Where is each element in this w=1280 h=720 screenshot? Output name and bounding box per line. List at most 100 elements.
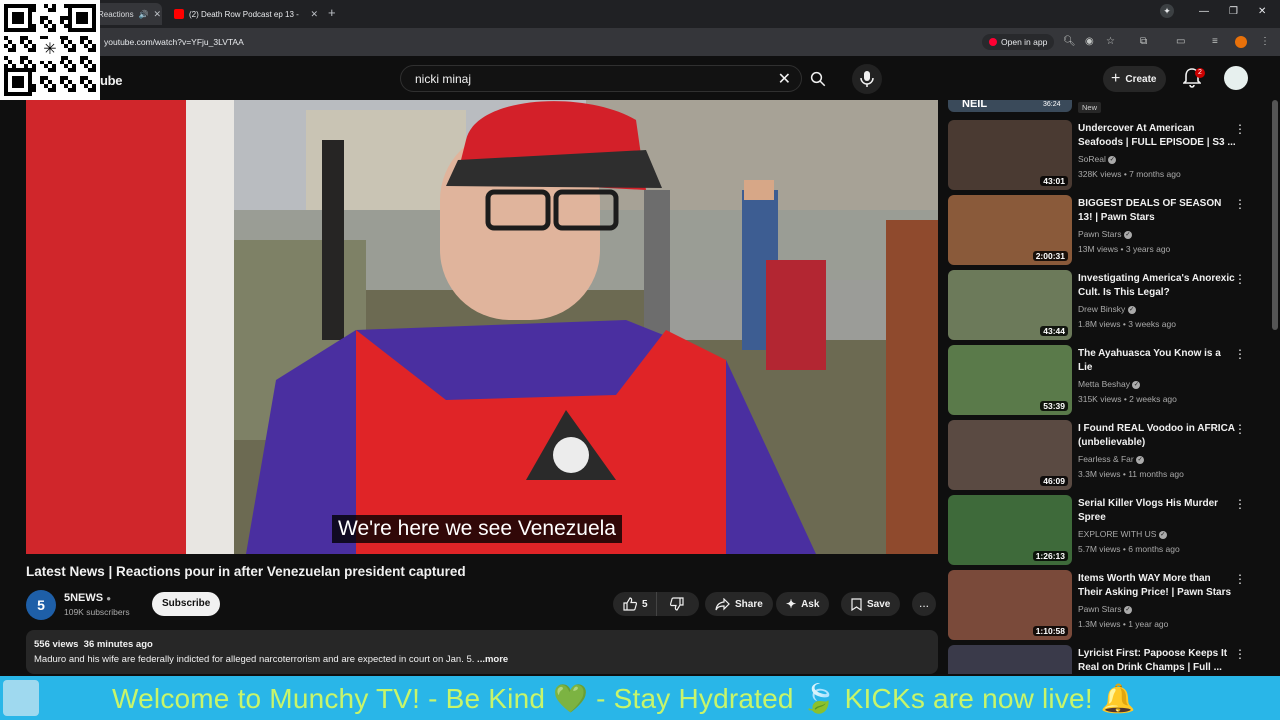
minimize-icon[interactable]: — bbox=[1199, 6, 1209, 17]
description-text: Maduro and his wife are federally indict… bbox=[34, 654, 930, 665]
recommended-video[interactable]: 43:01 Undercover At American Seafoods | F… bbox=[948, 120, 1270, 190]
recommended-video-title[interactable]: BIGGEST DEALS OF SEASON 13! | Pawn Stars bbox=[1078, 197, 1236, 225]
recommended-channel[interactable]: Pawn Stars ✓ bbox=[1078, 604, 1132, 614]
video-menu-icon[interactable]: ⋮ bbox=[1234, 497, 1246, 511]
recommended-video-title[interactable]: Undercover At American Seafoods | FULL E… bbox=[1078, 122, 1236, 150]
recommended-video[interactable]: 2:00:31 BIGGEST DEALS OF SEASON 13! | Paw… bbox=[948, 195, 1270, 265]
share-button[interactable]: Share bbox=[705, 592, 773, 616]
gemini-icon[interactable]: ✦ bbox=[1160, 4, 1174, 18]
search-box[interactable]: nicki minaj ✕ bbox=[400, 65, 802, 92]
account-avatar[interactable] bbox=[1224, 66, 1248, 90]
video-menu-icon[interactable]: ⋮ bbox=[1234, 347, 1246, 361]
video-menu-icon[interactable]: ⋮ bbox=[1234, 122, 1246, 136]
browser-menu-icon[interactable]: ⋮ bbox=[1260, 36, 1270, 47]
recommended-video-title[interactable]: Items Worth WAY More than Their Asking P… bbox=[1078, 572, 1236, 600]
save-label: Save bbox=[867, 598, 891, 610]
recommended-channel[interactable]: EXPLORE WITH US ✓ bbox=[1078, 529, 1167, 539]
video-menu-icon[interactable]: ⋮ bbox=[1234, 197, 1246, 211]
video-thumbnail[interactable]: 1:10:58 bbox=[948, 570, 1072, 640]
recommended-video-title[interactable]: Serial Killer Vlogs His Murder Spree bbox=[1078, 497, 1236, 525]
recommended-video[interactable]: Lyricist First: Papoose Keeps It Real on… bbox=[948, 645, 1270, 674]
recommended-channel[interactable]: Drew Binsky ✓ bbox=[1078, 304, 1136, 314]
bookmark-star-icon[interactable]: ☆ bbox=[1106, 36, 1115, 47]
eye-off-icon[interactable]: ◉ bbox=[1085, 36, 1094, 47]
verified-icon: ✓ bbox=[1127, 305, 1136, 314]
open-in-app-label: Open in app bbox=[1001, 37, 1048, 47]
new-tab-button[interactable]: + bbox=[328, 5, 336, 20]
recommended-video-title[interactable]: The Ayahuasca You Know is a Lie bbox=[1078, 347, 1236, 375]
recommended-channel[interactable]: SoReal ✓ bbox=[1078, 154, 1117, 164]
channel-name[interactable]: 5NEWS ● bbox=[64, 592, 111, 604]
recommended-video-title[interactable]: Lyricist First: Papoose Keeps It Real on… bbox=[1078, 647, 1236, 674]
recommended-video-title[interactable]: I Found REAL Voodoo in AFRICA (unbelieva… bbox=[1078, 422, 1236, 450]
browser-profile-avatar[interactable] bbox=[1235, 36, 1247, 48]
browser-tab[interactable]: (2) Death Row Podcast ep 13 - ✕ bbox=[168, 4, 324, 24]
close-tab-icon[interactable]: ✕ bbox=[154, 9, 162, 20]
cast-icon[interactable]: ▭ bbox=[1176, 36, 1185, 47]
open-in-app-button[interactable]: Open in app bbox=[982, 34, 1055, 50]
verified-icon: ✓ bbox=[1123, 605, 1132, 614]
create-button[interactable]: + Create bbox=[1103, 66, 1167, 92]
zoom-icon[interactable]: 🔍︎ bbox=[1063, 36, 1076, 47]
video-menu-icon[interactable]: ⋮ bbox=[1234, 572, 1246, 586]
media-icon[interactable]: ≡ bbox=[1212, 36, 1218, 47]
youtube-logo[interactable]: ube bbox=[100, 73, 123, 88]
video-thumbnail[interactable]: 2:00:31 bbox=[948, 195, 1072, 265]
search-button[interactable] bbox=[802, 65, 834, 92]
recommended-channel[interactable]: Metta Beshay ✓ bbox=[1078, 379, 1141, 389]
search-input[interactable]: nicki minaj bbox=[415, 72, 471, 86]
video-menu-icon[interactable]: ⋮ bbox=[1234, 422, 1246, 436]
recommended-video-meta: 3.3M views • 11 months ago bbox=[1078, 469, 1184, 479]
recommended-channel[interactable]: Pawn Stars ✓ bbox=[1078, 229, 1132, 239]
youtube-favicon-icon bbox=[174, 9, 184, 19]
recommended-video[interactable]: 46:09 I Found REAL Voodoo in AFRICA (unbe… bbox=[948, 420, 1270, 490]
recommended-channel-name: Metta Beshay bbox=[1078, 379, 1130, 389]
close-tab-icon[interactable]: ✕ bbox=[310, 9, 318, 20]
ask-button[interactable]: ✦ Ask bbox=[776, 592, 830, 616]
voice-search-button[interactable] bbox=[852, 64, 882, 94]
recommended-video[interactable]: 1:10:58 Items Worth WAY More than Their A… bbox=[948, 570, 1270, 640]
recommended-video-meta: 5.7M views • 6 months ago bbox=[1078, 544, 1180, 554]
browser-tab-active[interactable]: Reactions 🔊 ✕ bbox=[92, 3, 162, 25]
page-scrollbar[interactable] bbox=[1272, 100, 1278, 330]
partial-thumbnail[interactable]: NEIL 36:24 bbox=[948, 100, 1072, 112]
video-duration: 43:44 bbox=[1040, 326, 1068, 336]
address-bar: youtube.com/watch?v=YFju_3LVTAA Open in … bbox=[0, 28, 1280, 56]
video-menu-icon[interactable]: ⋮ bbox=[1234, 647, 1246, 661]
thumbs-down-icon bbox=[669, 597, 684, 611]
extensions-icon[interactable]: ⧉ bbox=[1140, 36, 1147, 47]
recommended-channel[interactable]: Fearless & Far ✓ bbox=[1078, 454, 1145, 464]
dislike-button[interactable] bbox=[662, 597, 694, 611]
like-button[interactable]: 5 bbox=[613, 592, 657, 616]
recommended-video[interactable]: 1:26:13 Serial Killer Vlogs His Murder Sp… bbox=[948, 495, 1270, 565]
save-button[interactable]: Save bbox=[841, 592, 901, 616]
video-thumbnail[interactable]: 53:39 bbox=[948, 345, 1072, 415]
recommended-video[interactable]: 53:39 The Ayahuasca You Know is a Lie Mett… bbox=[948, 345, 1270, 415]
subscriber-count: 109K subscribers bbox=[64, 607, 130, 617]
youtube-app-icon bbox=[989, 38, 997, 46]
channel-avatar[interactable]: 5 bbox=[26, 590, 56, 620]
recommended-video-title[interactable]: Investigating America's Anorexic Cult. I… bbox=[1078, 272, 1236, 300]
video-duration: 53:39 bbox=[1040, 401, 1068, 411]
video-thumbnail[interactable] bbox=[948, 645, 1072, 674]
video-player[interactable]: We're here we see Venezuela bbox=[26, 100, 938, 554]
video-thumbnail[interactable]: 46:09 bbox=[948, 420, 1072, 490]
video-thumbnail[interactable]: 43:01 bbox=[948, 120, 1072, 190]
video-thumbnail[interactable]: 43:44 bbox=[948, 270, 1072, 340]
recommended-channel-name: Drew Binsky bbox=[1078, 304, 1126, 314]
clear-search-icon[interactable]: ✕ bbox=[778, 69, 791, 89]
video-subtitle: We're here we see Venezuela bbox=[332, 515, 622, 543]
description-more-link[interactable]: ...more bbox=[474, 654, 508, 665]
description-box[interactable]: 556 views 36 minutes ago Maduro and his … bbox=[26, 630, 938, 674]
verified-icon: ● bbox=[106, 594, 112, 603]
video-thumbnail[interactable]: 1:26:13 bbox=[948, 495, 1072, 565]
url-field[interactable]: youtube.com/watch?v=YFju_3LVTAA bbox=[104, 37, 244, 47]
video-duration: 2:00:31 bbox=[1032, 251, 1068, 261]
maximize-icon[interactable]: ❐ bbox=[1229, 6, 1238, 17]
recommended-video[interactable]: 43:44 Investigating America's Anorexic Cu… bbox=[948, 270, 1270, 340]
video-menu-icon[interactable]: ⋮ bbox=[1234, 272, 1246, 286]
more-actions-button[interactable]: ... bbox=[912, 592, 936, 616]
verified-icon: ✓ bbox=[1123, 230, 1132, 239]
close-window-icon[interactable]: ✕ bbox=[1258, 6, 1266, 17]
subscribe-button[interactable]: Subscribe bbox=[152, 592, 221, 616]
